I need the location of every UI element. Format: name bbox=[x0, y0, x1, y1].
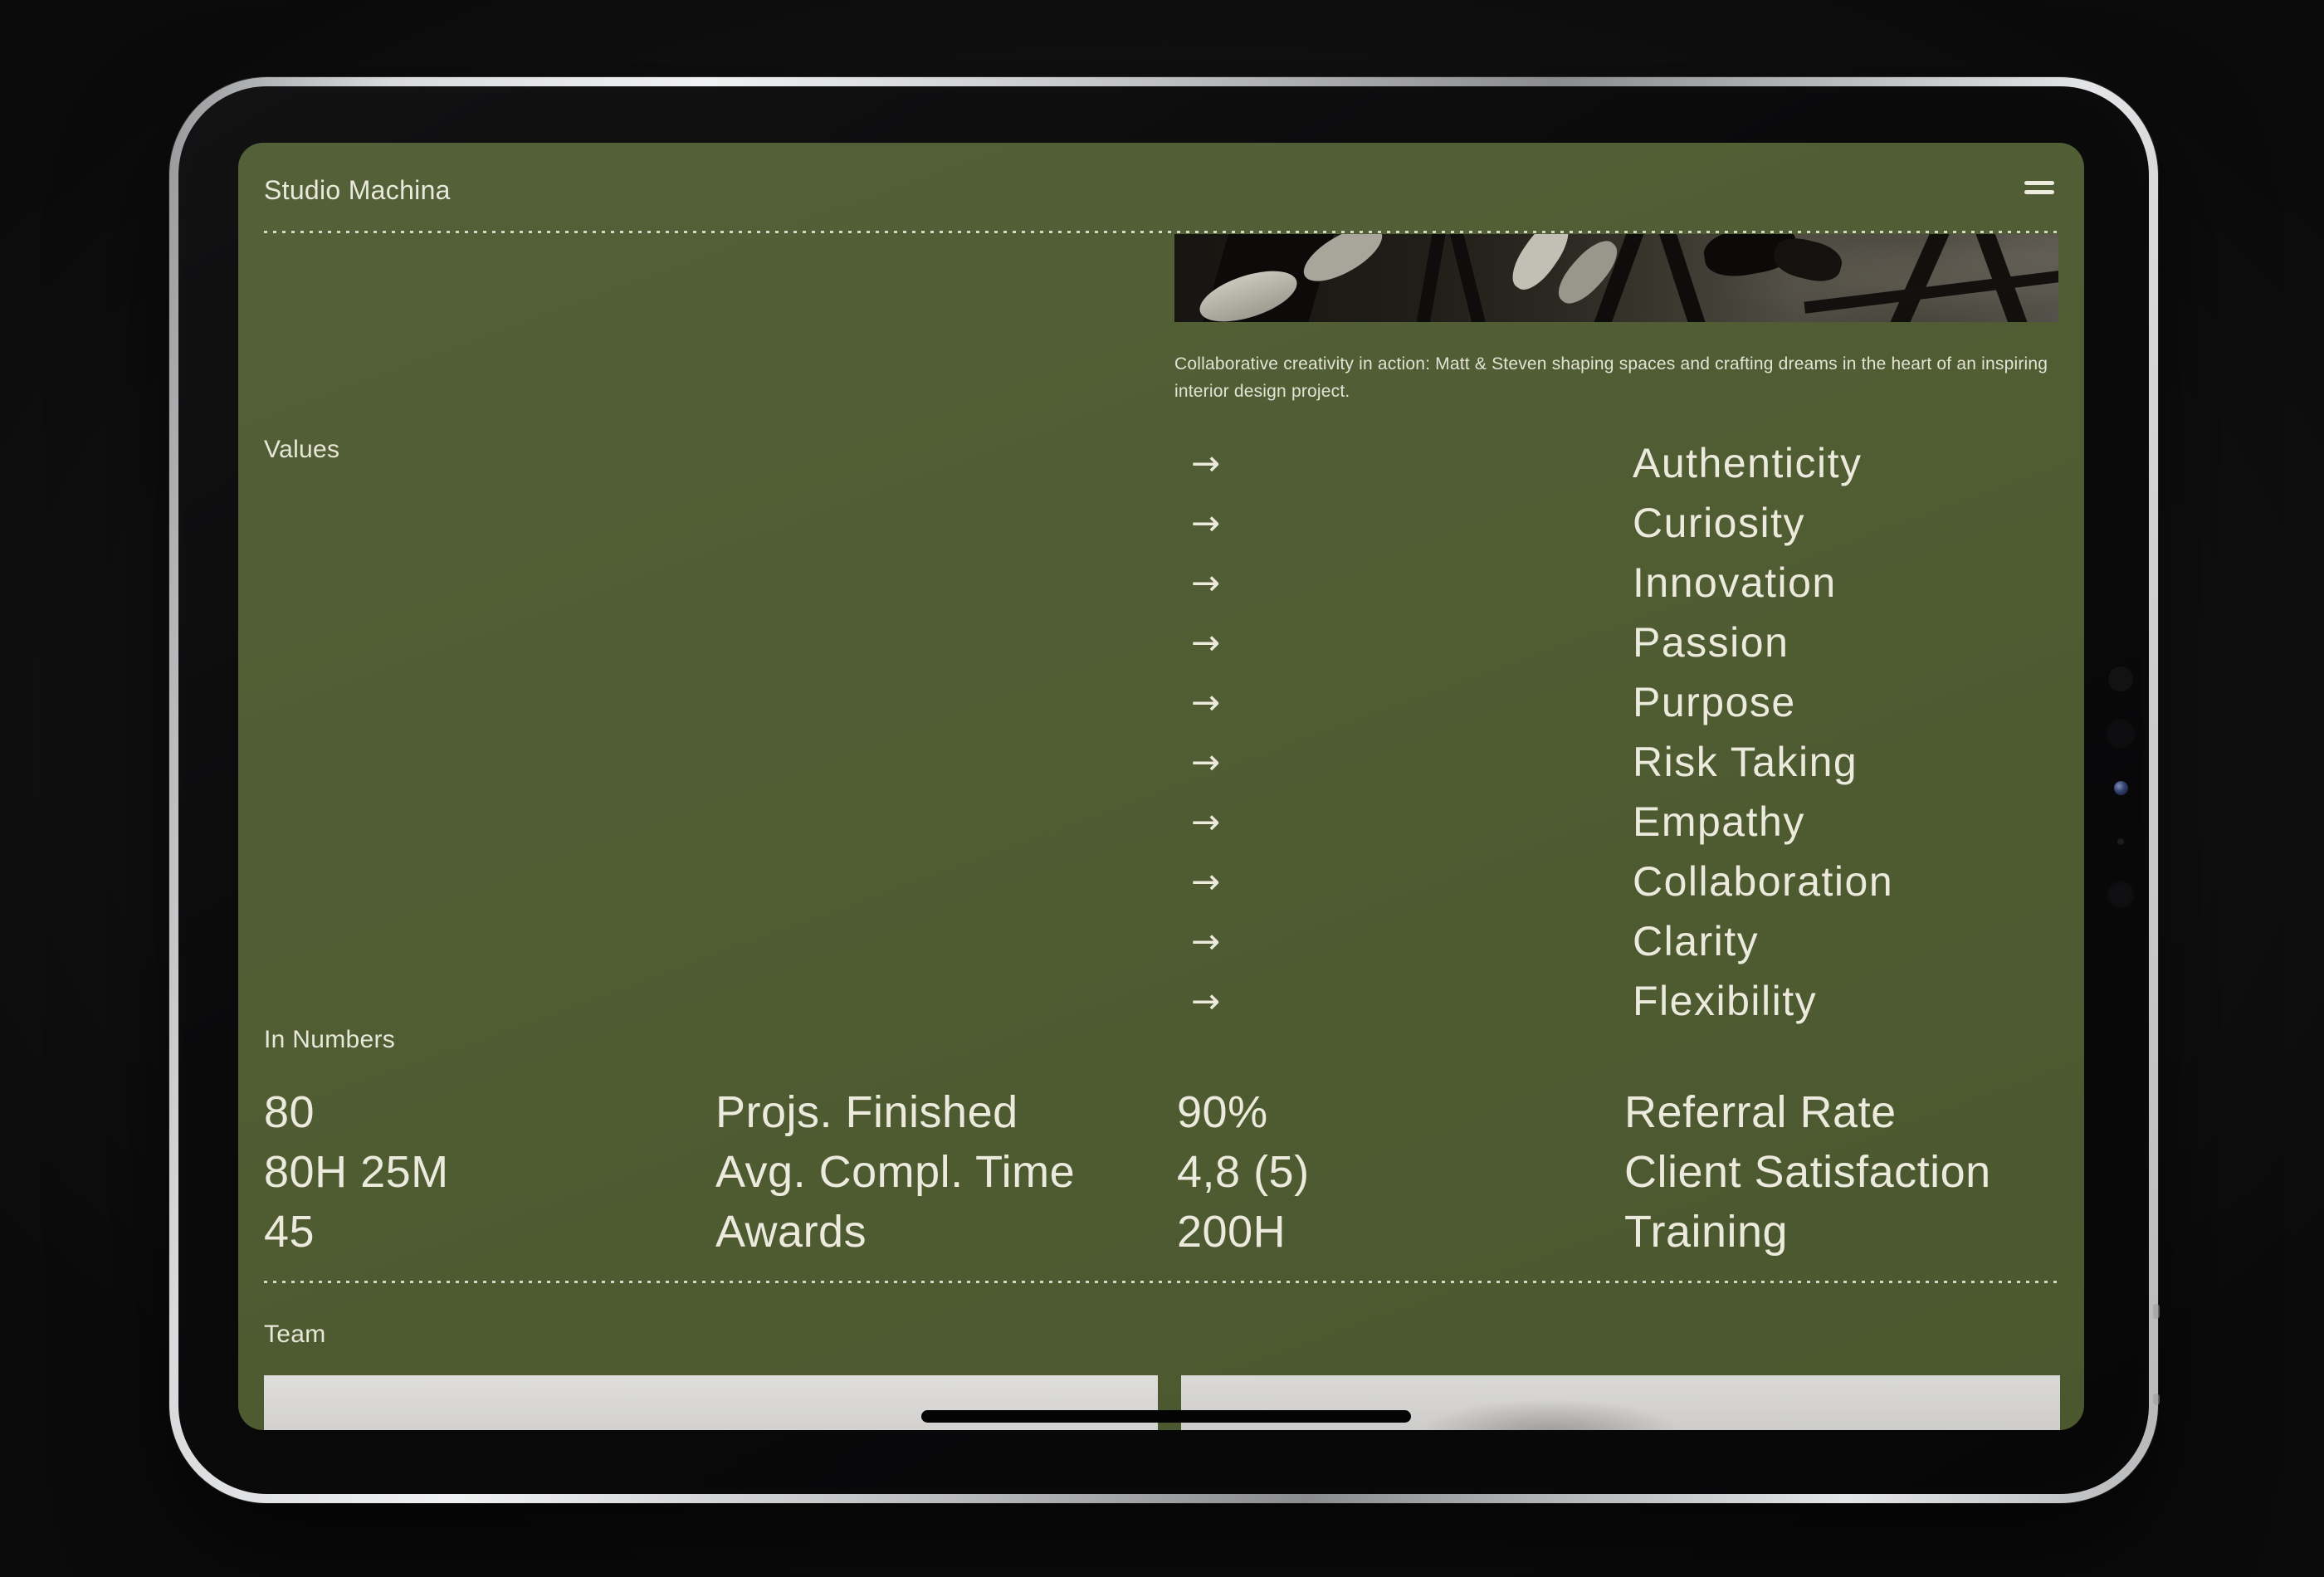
arrow-right-icon: → bbox=[1191, 622, 1221, 663]
sensor-dot-icon bbox=[2106, 880, 2136, 910]
numbers-section-label: In Numbers bbox=[264, 1026, 396, 1053]
value-label: Collaboration bbox=[1633, 858, 1894, 905]
arrow-right-icon: → bbox=[1191, 741, 1221, 783]
menu-icon bbox=[2024, 190, 2054, 194]
menu-button[interactable] bbox=[2018, 174, 2061, 201]
value-item[interactable]: → Curiosity bbox=[238, 493, 2084, 553]
arrow-right-icon: → bbox=[1191, 801, 1221, 842]
dotted-divider bbox=[264, 1281, 2058, 1283]
stat-value: 4,8 (5) bbox=[1177, 1147, 1310, 1197]
team-working-photo bbox=[1174, 234, 2058, 322]
value-item[interactable]: → Clarity bbox=[238, 911, 2084, 971]
stat-label: Referral Rate bbox=[1624, 1087, 1897, 1137]
page-background: Studio Machina Collaborative creativity … bbox=[0, 0, 2324, 1577]
home-indicator[interactable] bbox=[921, 1410, 1411, 1423]
photo-caption: Collaborative creativity in action: Matt… bbox=[1174, 354, 2048, 401]
side-button bbox=[2153, 1304, 2160, 1319]
screen: Studio Machina Collaborative creativity … bbox=[238, 143, 2084, 1430]
team-section-label: Team bbox=[264, 1321, 326, 1348]
stat-row: 80H 25M Avg. Compl. Time 4,8 (5) Client … bbox=[264, 1142, 2058, 1202]
value-label: Innovation bbox=[1633, 559, 1837, 606]
arrow-right-icon: → bbox=[1191, 920, 1221, 962]
stat-value: 200H bbox=[1177, 1207, 1286, 1257]
value-label: Passion bbox=[1633, 619, 1789, 666]
stat-row: 80 Projs. Finished 90% Referral Rate bbox=[264, 1082, 2058, 1142]
value-label: Clarity bbox=[1633, 918, 1760, 964]
arrow-right-icon: → bbox=[1191, 442, 1221, 484]
stat-label: Projs. Finished bbox=[715, 1087, 1018, 1137]
menu-icon bbox=[2024, 181, 2054, 185]
value-label: Empathy bbox=[1633, 798, 1805, 845]
stat-value: 90% bbox=[1177, 1087, 1268, 1137]
stat-value: 80H 25M bbox=[264, 1147, 449, 1197]
front-camera-icon bbox=[2104, 717, 2137, 750]
photo-stool-leg bbox=[1411, 234, 1449, 322]
stat-row: 45 Awards 200H Training bbox=[264, 1202, 2058, 1262]
sensor-dot-icon bbox=[2108, 666, 2133, 691]
page-title: Studio Machina bbox=[264, 175, 451, 205]
dotted-divider bbox=[264, 231, 2058, 233]
value-item[interactable]: → Collaboration bbox=[238, 852, 2084, 911]
stat-label: Awards bbox=[715, 1207, 867, 1257]
value-item[interactable]: → Empathy bbox=[238, 792, 2084, 852]
side-button bbox=[2153, 1394, 2160, 1405]
value-label: Risk Taking bbox=[1633, 739, 1858, 785]
value-label: Flexibility bbox=[1633, 978, 1818, 1024]
tablet-frame: Studio Machina Collaborative creativity … bbox=[169, 77, 2160, 1503]
value-item[interactable]: → Purpose bbox=[238, 672, 2084, 732]
value-item[interactable]: → Innovation bbox=[238, 553, 2084, 613]
value-item[interactable]: → Authenticity bbox=[238, 433, 2084, 493]
stat-label: Avg. Compl. Time bbox=[715, 1147, 1076, 1197]
arrow-right-icon: → bbox=[1191, 980, 1221, 1022]
stat-value: 80 bbox=[264, 1087, 315, 1137]
stat-value: 45 bbox=[264, 1207, 315, 1257]
arrow-right-icon: → bbox=[1191, 681, 1221, 723]
value-item[interactable]: → Passion bbox=[238, 613, 2084, 672]
stat-label: Client Satisfaction bbox=[1624, 1147, 1991, 1197]
value-label: Purpose bbox=[1633, 679, 1796, 725]
arrow-right-icon: → bbox=[1191, 562, 1221, 603]
value-label: Authenticity bbox=[1633, 440, 1863, 486]
value-item[interactable]: → Flexibility bbox=[238, 971, 2084, 1031]
value-label: Curiosity bbox=[1633, 500, 1805, 546]
value-item[interactable]: → Risk Taking bbox=[238, 732, 2084, 792]
arrow-right-icon: → bbox=[1191, 861, 1221, 902]
camera-lens-icon bbox=[2114, 781, 2128, 795]
photo-stool-leg bbox=[1445, 234, 1493, 322]
stat-label: Training bbox=[1624, 1207, 1789, 1257]
microphone-dot-icon bbox=[2117, 838, 2124, 845]
arrow-right-icon: → bbox=[1191, 502, 1221, 544]
